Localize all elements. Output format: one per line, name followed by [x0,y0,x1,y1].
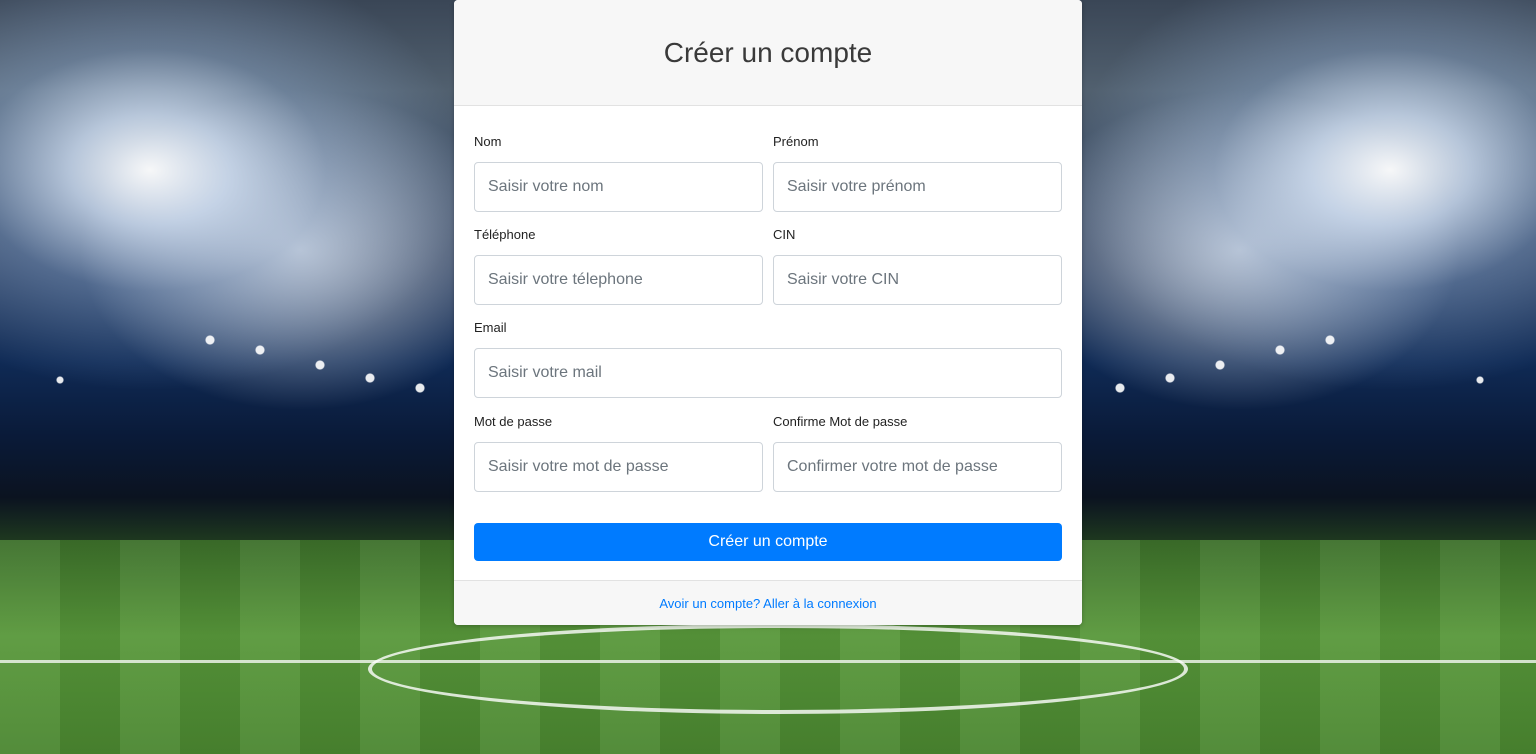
cin-input[interactable] [773,255,1062,305]
card-header: Créer un compte [454,0,1082,106]
login-link[interactable]: Avoir un compte? Aller à la connexion [659,596,876,611]
telephone-group: Téléphone [474,226,763,305]
telephone-label: Téléphone [474,227,536,242]
cin-group: CIN [773,226,1062,305]
email-label: Email [474,320,507,335]
confirm-password-input[interactable] [773,442,1062,492]
confirm-password-label: Confirme Mot de passe [773,414,908,429]
pitch-center-circle [368,624,1188,714]
nom-group: Nom [474,133,763,212]
page-title: Créer un compte [663,36,873,68]
prenom-label: Prénom [773,134,819,149]
password-label: Mot de passe [474,414,553,429]
nom-label: Nom [474,134,502,149]
signup-form: Nom Prénom Téléphone CIN Email Mot de pa… [454,106,1082,581]
password-input[interactable] [474,442,763,492]
card-footer: Avoir un compte? Aller à la connexion [454,580,1082,625]
create-account-button[interactable]: Créer un compte [474,523,1062,561]
password-group: Mot de passe [474,413,763,492]
telephone-input[interactable] [474,255,763,305]
cin-label: CIN [773,227,796,242]
prenom-group: Prénom [773,133,1062,212]
signup-card: Créer un compte Nom Prénom Téléphone CIN… [454,0,1082,625]
stadium-background: Créer un compte Nom Prénom Téléphone CIN… [0,0,1536,754]
prenom-input[interactable] [773,162,1062,212]
nom-input[interactable] [474,162,763,212]
email-group: Email [474,319,1062,398]
email-input[interactable] [474,348,1062,398]
confirm-password-group: Confirme Mot de passe [773,413,1062,492]
